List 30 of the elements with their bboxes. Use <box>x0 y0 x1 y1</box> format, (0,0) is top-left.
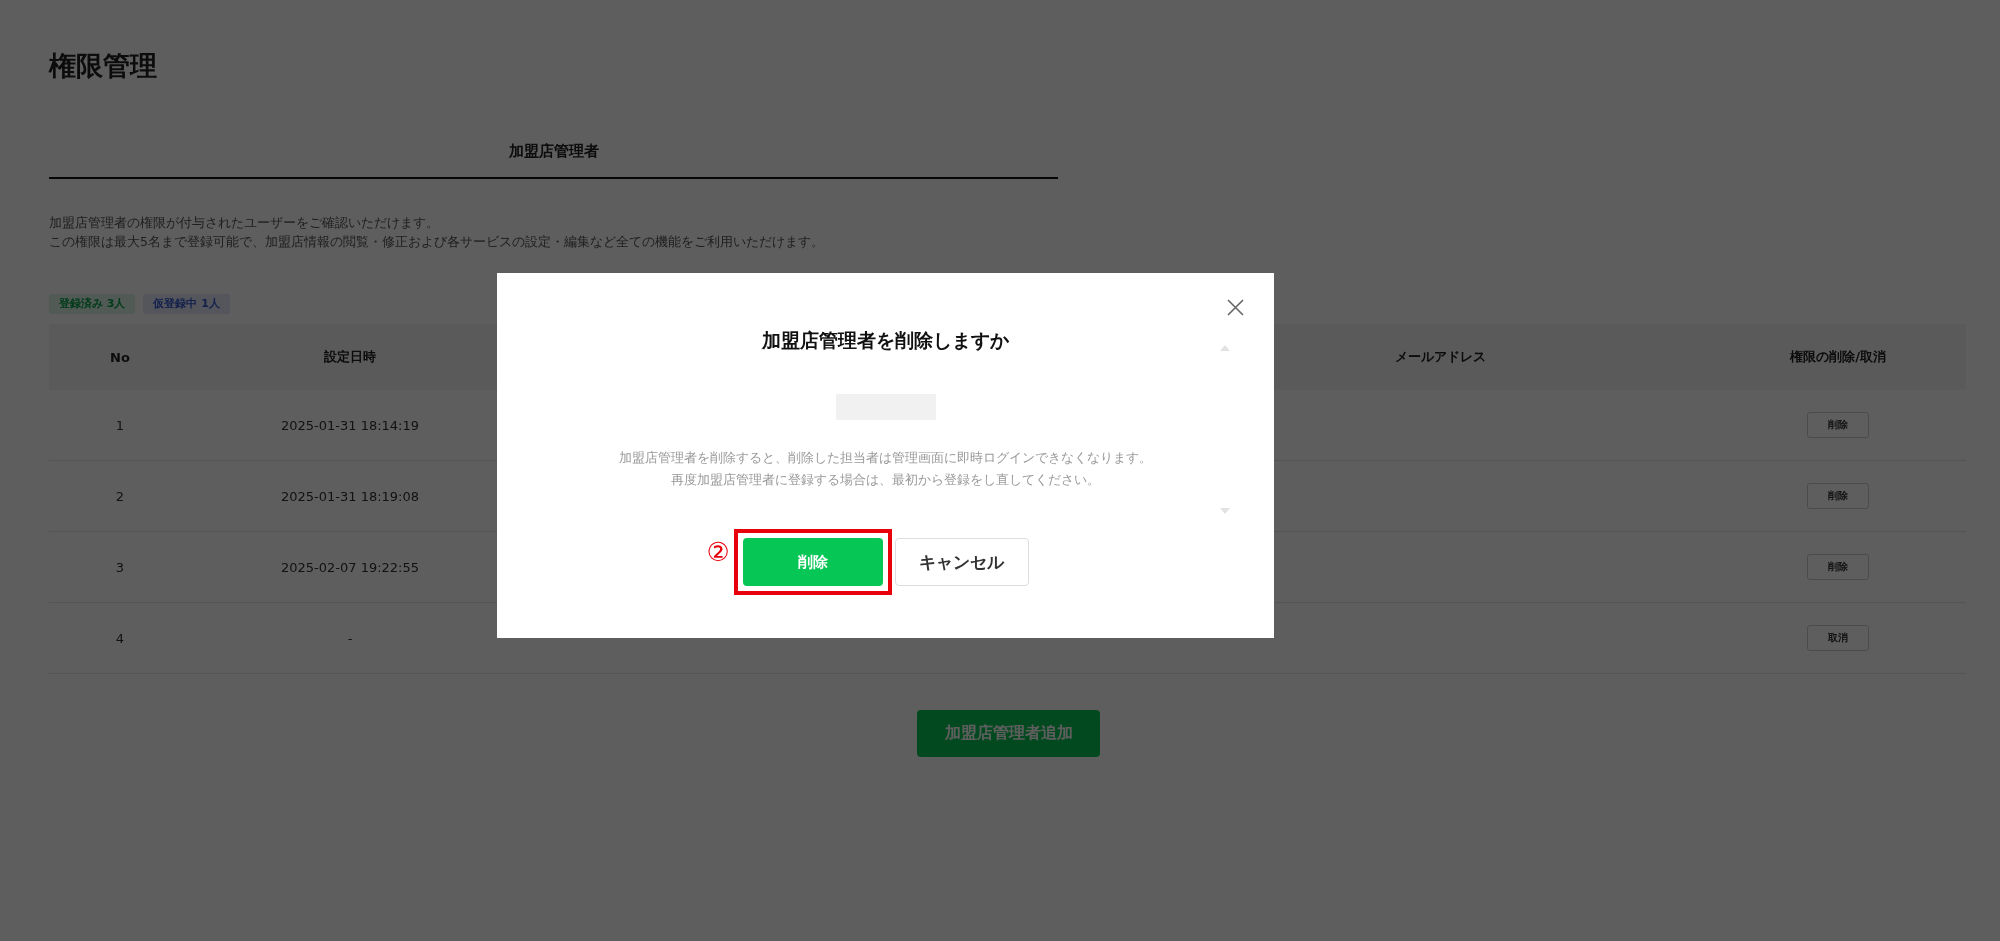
step-number: ② <box>706 538 730 566</box>
table-cell-text: - <box>346 630 354 646</box>
column-header: 権限の削除/取消 <box>1788 348 1887 367</box>
column-header: メールアドレス <box>1393 348 1487 367</box>
table-cell-text: 2025-02-07 19:22:55 <box>279 559 421 575</box>
add-admin-button[interactable]: 加盟店管理者追加 <box>917 710 1100 758</box>
scroll-down-icon[interactable] <box>1220 508 1230 514</box>
table-cell-text: 1 <box>114 417 126 433</box>
cancel-button[interactable]: キャンセル <box>894 538 1029 586</box>
scroll-up-icon[interactable] <box>1220 345 1230 351</box>
table-cell-text: 4 <box>114 630 126 646</box>
row-action-button[interactable]: 削除 <box>1807 554 1869 581</box>
table-cell-text: 3 <box>114 559 126 575</box>
row-action-button[interactable]: 取消 <box>1807 625 1869 652</box>
status-badge: 登録済み 3人 <box>49 294 136 315</box>
close-icon[interactable] <box>1227 299 1244 316</box>
dialog-message: 加盟店管理者を削除すると、削除した担当者は管理画面に即時ログインできなくなります。 <box>619 449 1152 466</box>
dialog-title: 加盟店管理者を削除しますか <box>762 328 1009 353</box>
table-cell-text: 2025-01-31 18:14:19 <box>279 417 421 433</box>
table-cell-text: 2 <box>114 488 126 504</box>
tab[interactable]: 加盟店管理者 <box>49 130 1058 180</box>
row-action-button[interactable]: 削除 <box>1807 412 1869 439</box>
table-cell-text: 2025-01-31 18:19:08 <box>279 488 421 504</box>
dialog-message: 再度加盟店管理者に登録する場合は、最初から登録をし直してください。 <box>671 471 1100 488</box>
column-header: No <box>109 349 131 365</box>
column-header: 設定日時 <box>323 348 377 367</box>
delete-button[interactable]: 削除 <box>742 538 883 586</box>
row-action-button[interactable]: 削除 <box>1807 483 1869 510</box>
page-title: 権限管理 <box>49 50 157 83</box>
status-badge: 仮登録中 1人 <box>143 294 230 315</box>
